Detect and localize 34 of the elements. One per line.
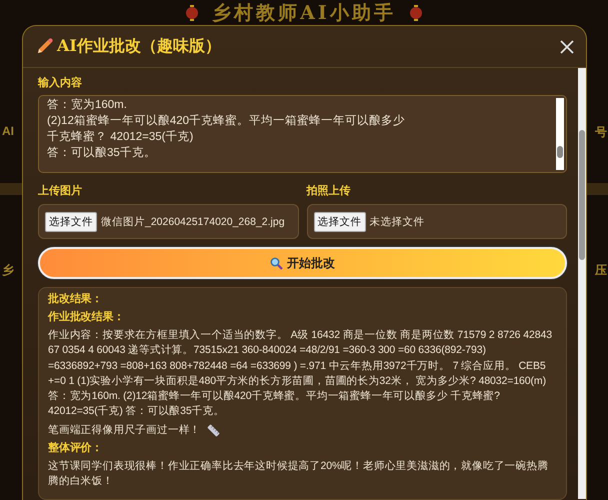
result-text: 作业内容：按要求在方框里填入一个适当的数字。 A级 16432 商是一位数 商是两位数 71579 2 8726 42843 67 0354 4 60043 递等式计算。73515x21 360-840024 =48/2/91 =360-3 300 =60 6336(892-793) =6336892+793 =808+163 808+782448 =64 =633699 ) =.971 中云年热用3972千万时。 7 综合应用。 CEB5 +=0 1 (1)实验小学有一块面积是480平方米的长方形苗圃，苗圃的长为32米， 宽为多少米? 48032=160(m) 答：宽为160m. (2)12箱蜜蜂一年可以酿420千克蜂蜜。平均一箱蜜蜂一年可以酿多少 千克蜂蜜? 42012=35(千克) 答：可以酿35千克。 xyxy=(48,328,553,420)
field-label: 上传图片 xyxy=(38,184,83,198)
field-label: 拍照上传 xyxy=(306,184,352,198)
card-label: 压 xyxy=(595,262,607,279)
section-heading: 作业批改结果： xyxy=(48,310,126,325)
pencil-icon xyxy=(36,38,53,55)
section-heading: 批改结果： xyxy=(48,292,104,307)
choose-file-button[interactable]: 选择文件 xyxy=(45,212,97,232)
scrollbar[interactable] xyxy=(578,68,586,499)
card-label: 乡 xyxy=(2,262,14,279)
text-line: (2)12箱蜜蜂一年可以酿420千克蜂蜜。平均一箱蜜蜂一年可以酿多少 xyxy=(47,113,406,129)
file-name: 未选择文件 xyxy=(370,214,424,228)
text-line: 千克蜂蜜？ 42012=35(千克) xyxy=(47,129,194,145)
section-heading: 整体评价： xyxy=(48,441,104,456)
text-area[interactable]: 答：宽为160m. (2)12箱蜜蜂一年可以酿420千克蜂蜜。平均一箱蜜蜂一年可以酿多少 千克蜂蜜？ 42012=35(千克) 答：可以酿35千克。 xyxy=(38,95,567,173)
text-line: 答：宽为160m. xyxy=(47,97,128,113)
card-label: AI xyxy=(2,124,14,138)
scrollbar[interactable] xyxy=(556,98,564,170)
card-label: 号 xyxy=(595,124,607,141)
result-text: 这节课同学们表现很棒！作业正确率比去年这时候提高了20%呢！老师心里美滋滋的，就像吃了一碗热腾腾的白米饭！ xyxy=(48,459,550,490)
start-grading-button[interactable]: 开始批改 xyxy=(38,247,567,279)
file-input[interactable]: 选择文件 微信图片_20260425174020_268_2.jpg xyxy=(38,204,298,239)
text-line: 答：可以酿35千克。 xyxy=(47,146,157,161)
remark-text: 笔画端正得像用尺子画过一样！ xyxy=(48,422,201,438)
app-title: 乡村教师AI小助手 xyxy=(212,0,396,24)
field-label: 输入内容 xyxy=(38,76,83,90)
close-icon[interactable] xyxy=(558,38,576,56)
lantern-icon xyxy=(186,4,198,20)
search-icon xyxy=(270,256,283,270)
choose-file-button[interactable]: 选择文件 xyxy=(314,212,366,232)
file-name: 微信图片_20260425174020_268_2.jpg xyxy=(101,214,285,228)
lantern-icon xyxy=(410,4,422,20)
file-input[interactable]: 选择文件 未选择文件 xyxy=(306,204,567,239)
dialog-title: AI作业批改（趣味版） xyxy=(57,36,221,57)
